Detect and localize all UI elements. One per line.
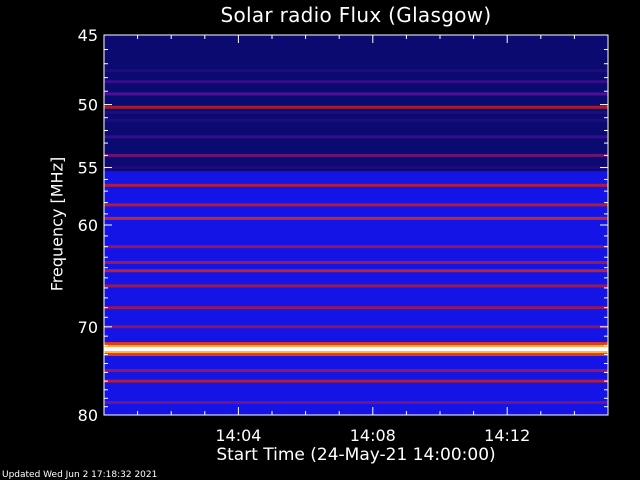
band-50.6mhz (104, 110, 608, 114)
band-49.2mhz (104, 92, 608, 96)
x-tick-label: 14:08 (350, 426, 396, 445)
y-axis-label: Frequency [MHz] (47, 156, 67, 292)
y-tick-label: 70 (78, 318, 98, 337)
y-tick-label: 55 (78, 159, 98, 178)
band-74.8mhz (104, 369, 608, 373)
band-65.8mhz (104, 284, 608, 288)
x-axis-label: Start Time (24-May-21 14:00:00) (216, 445, 496, 465)
band-78.5mhz (104, 400, 608, 404)
updated-timestamp: Updated Wed Jun 2 17:18:32 2021 (2, 470, 158, 480)
y-tick-label: 45 (78, 26, 98, 45)
y-tick-label: 80 (78, 406, 98, 425)
band-50.2mhz (104, 105, 608, 109)
band-72.4mhz (104, 347, 608, 352)
band-48.3mhz (104, 80, 608, 84)
y-tick-label: 60 (78, 216, 98, 235)
band-58.2mhz (104, 203, 608, 207)
band-76mhz (104, 379, 608, 383)
band-51.2mhz (104, 118, 608, 122)
band-47.5mhz (104, 69, 608, 73)
y-tick-label: 50 (78, 96, 98, 115)
band-63.5mhz (104, 260, 608, 264)
upper-band-region (104, 35, 608, 172)
band-70mhz (104, 325, 608, 329)
band-52.5mhz (104, 135, 608, 139)
band-55mhz (104, 166, 608, 170)
band-64.3mhz (104, 269, 608, 273)
band-59.4mhz (104, 216, 608, 220)
band-46mhz (104, 48, 608, 52)
band-54mhz (104, 153, 608, 157)
x-tick-label: 14:12 (484, 426, 530, 445)
band-56.5mhz (104, 183, 608, 187)
spectrogram-chart: 45 50 55 60 70 80 14:04 14:08 14:12 (78, 26, 609, 445)
band-68mhz (104, 306, 608, 310)
x-tick-label: 14:04 (215, 426, 261, 445)
band-62mhz (104, 245, 608, 249)
